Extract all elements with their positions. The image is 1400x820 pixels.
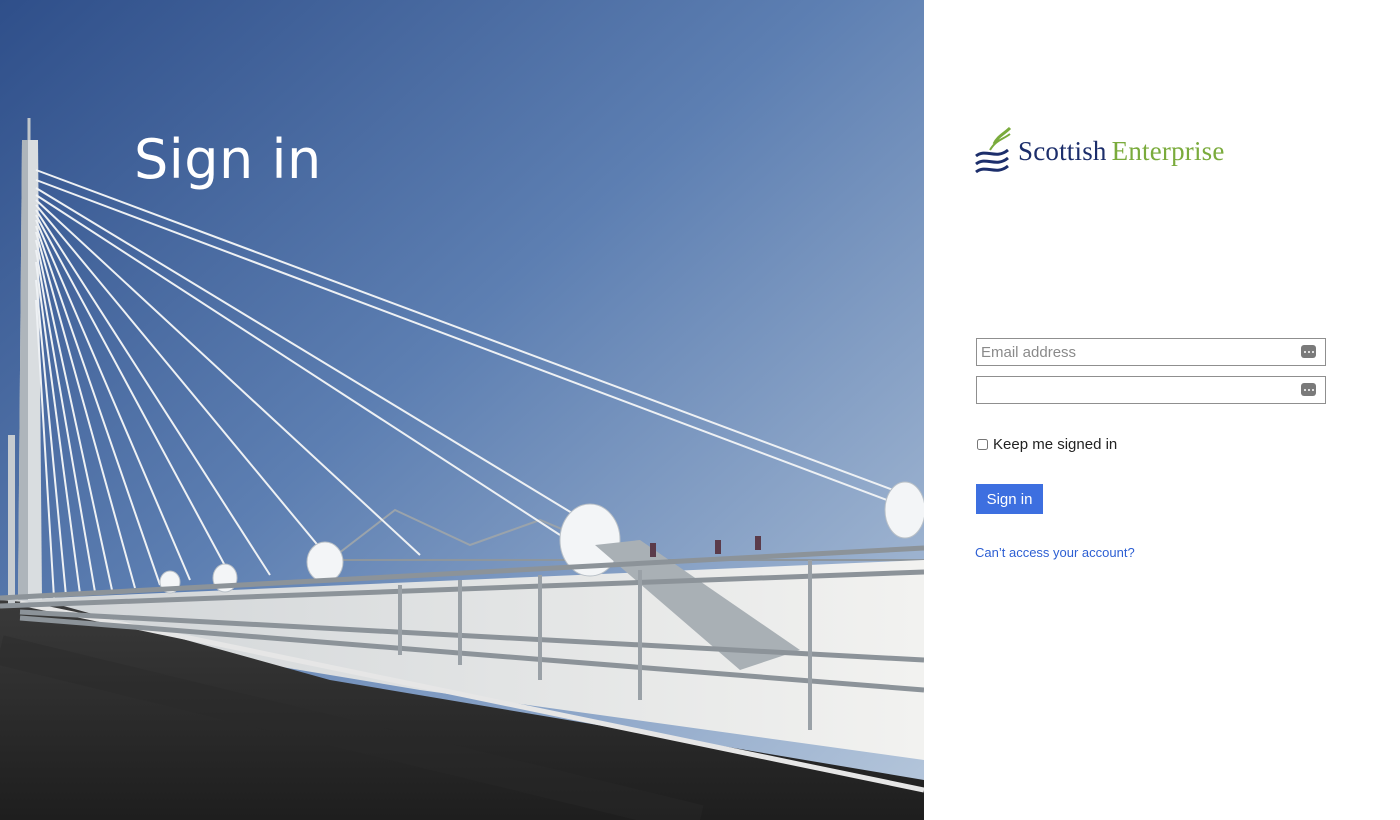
keep-signed-in-checkbox[interactable] bbox=[977, 439, 988, 450]
brand-name-secondary: Enterprise bbox=[1111, 135, 1225, 166]
brand-name-primary: Scottish bbox=[1018, 135, 1107, 166]
hero-image-panel: Sign in bbox=[0, 0, 924, 820]
keep-signed-in-label[interactable]: Keep me signed in bbox=[993, 436, 1117, 453]
sign-in-panel: Scottish Enterprise Keep me signed in Si… bbox=[924, 0, 1400, 820]
sign-in-button[interactable]: Sign in bbox=[976, 484, 1043, 514]
brand-logo: Scottish Enterprise bbox=[974, 126, 1225, 176]
password-field bbox=[976, 376, 1326, 404]
password-manager-key-icon[interactable] bbox=[1301, 383, 1316, 396]
page-title: Sign in bbox=[134, 128, 322, 191]
cant-access-account-link[interactable]: Can’t access your account? bbox=[975, 545, 1135, 560]
email-input[interactable] bbox=[977, 339, 1295, 365]
keep-signed-in: Keep me signed in bbox=[976, 436, 1117, 453]
bridge-photo bbox=[0, 0, 924, 820]
waves-logo-icon bbox=[975, 126, 1012, 174]
password-manager-key-icon[interactable] bbox=[1301, 345, 1316, 358]
email-field bbox=[976, 338, 1326, 366]
password-input[interactable] bbox=[977, 377, 1295, 403]
